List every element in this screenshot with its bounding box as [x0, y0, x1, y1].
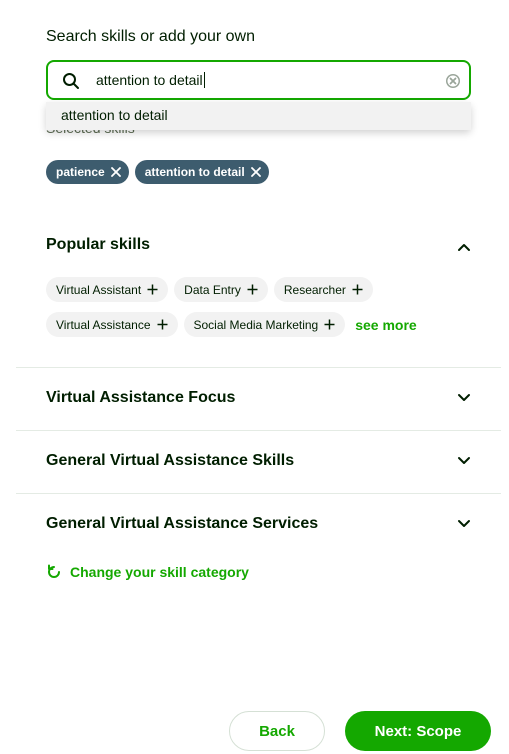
search-heading: Search skills or add your own: [46, 28, 255, 45]
popular-skill-chip[interactable]: Virtual Assistance: [46, 312, 178, 337]
popular-skills-row: Virtual Assistance Social Media Marketin…: [46, 312, 417, 337]
divider: [16, 430, 501, 431]
chip-label: Virtual Assistance: [56, 317, 151, 332]
skills-page: Search skills or add your own attention …: [0, 0, 509, 754]
plus-icon: [324, 319, 335, 330]
section-virtual-assistance-focus[interactable]: Virtual Assistance Focus: [46, 389, 235, 407]
close-icon[interactable]: [250, 167, 261, 177]
refresh-icon: [48, 564, 60, 578]
search-input-value[interactable]: attention to detail: [96, 72, 205, 88]
change-category-label: Change your skill category: [70, 564, 249, 580]
divider: [16, 493, 501, 494]
divider: [16, 367, 501, 368]
suggestion-item[interactable]: attention to detail: [46, 102, 471, 130]
suggestion-dropdown: attention to detail: [46, 102, 471, 130]
chip-label: Social Media Marketing: [193, 317, 319, 332]
selected-skills-list: patience attention to detail: [46, 160, 269, 184]
plus-icon: [352, 284, 363, 295]
next-scope-button[interactable]: Next: Scope: [345, 711, 491, 751]
search-input[interactable]: attention to detail: [46, 60, 471, 100]
see-more-link[interactable]: see more: [355, 317, 416, 333]
chevron-down-icon[interactable]: [457, 454, 471, 468]
clear-icon[interactable]: [445, 73, 461, 89]
section-general-va-services[interactable]: General Virtual Assistance Services: [46, 515, 318, 533]
chip-label: Researcher: [283, 282, 346, 297]
popular-skill-chip[interactable]: Data Entry: [174, 277, 268, 302]
popular-skill-chip[interactable]: Social Media Marketing: [183, 312, 346, 337]
popular-skills-title: Popular skills: [46, 236, 151, 253]
chip-label: Virtual Assistant: [56, 282, 142, 297]
chip-label: patience: [56, 165, 105, 179]
chevron-up-icon[interactable]: [457, 240, 471, 254]
change-category-link[interactable]: Change your skill category: [46, 564, 249, 580]
close-icon[interactable]: [110, 167, 121, 177]
section-general-va-skills[interactable]: General Virtual Assistance Skills: [46, 452, 294, 470]
popular-skill-chip[interactable]: Researcher: [273, 277, 373, 302]
popular-skill-chip[interactable]: Virtual Assistant: [46, 277, 169, 302]
chevron-down-icon[interactable]: [457, 391, 471, 405]
selected-skill-chip[interactable]: patience: [46, 160, 129, 184]
plus-icon: [147, 284, 158, 295]
selected-skill-chip[interactable]: attention to detail: [134, 160, 269, 184]
back-button[interactable]: Back: [229, 711, 325, 751]
chip-label: attention to detail: [144, 165, 245, 179]
plus-icon: [247, 284, 258, 295]
popular-skills-row: Virtual Assistant Data Entry Researcher: [46, 277, 373, 302]
chip-label: Data Entry: [184, 282, 241, 297]
plus-icon: [157, 319, 167, 330]
chevron-down-icon[interactable]: [457, 517, 471, 531]
text-caret: [203, 72, 205, 88]
search-icon: [63, 73, 79, 89]
